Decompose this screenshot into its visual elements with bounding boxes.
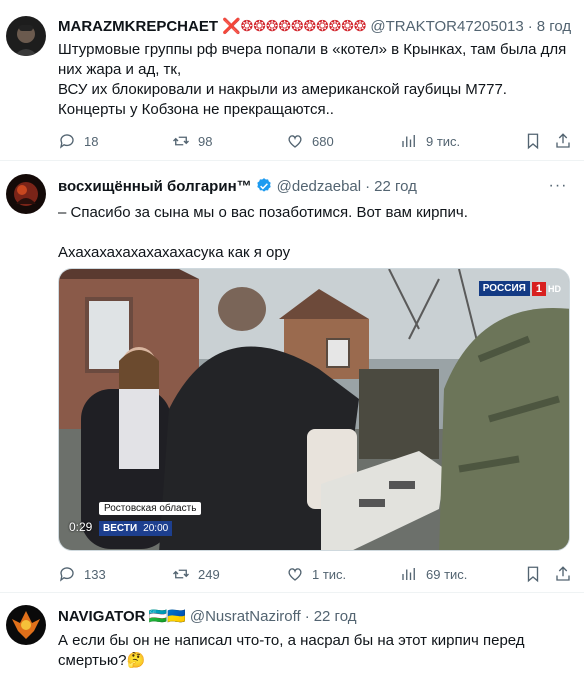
tweet-header: MARAZMKREPCHAET ❌❂❂❂❂❂❂❂❂❂❂ @TRAKTOR4720… [58, 16, 571, 36]
separator-dot: · [527, 17, 533, 35]
avatar[interactable] [6, 174, 46, 214]
tweet-text-line: А если бы он не написал что-то, а насрал… [58, 632, 525, 669]
tweet-text-line: ВСУ их блокировали и накрыли из американ… [58, 81, 507, 98]
verified-badge-icon [256, 178, 271, 192]
author-handle[interactable]: @dedzaebal [277, 178, 361, 195]
separator-dot: · [365, 177, 371, 195]
reply-icon [59, 134, 74, 149]
channel-name: РОССИЯ [478, 281, 530, 296]
reply-icon [59, 567, 74, 582]
views-button[interactable]: 9 тис. [400, 132, 460, 150]
tweet-text: А если бы он не написал что-то, а насрал… [58, 631, 570, 671]
repost-count: 98 [198, 133, 213, 149]
like-button[interactable]: 680 [286, 132, 334, 150]
tweet-actions: 18 98 680 9 тис. [58, 131, 570, 151]
tweet-text-line: Ахахахахахахахахасука как я ору [58, 244, 291, 261]
author-name[interactable]: MARAZMKREPCHAET [58, 18, 218, 35]
reply-count: 18 [84, 133, 99, 149]
timestamp[interactable]: 8 год [537, 18, 571, 35]
reply-button[interactable]: 18 [58, 132, 98, 150]
program-time: 20:00 [143, 523, 169, 534]
tweet-header: NAVIGATOR 🇺🇿🇺🇦 @NusratNaziroff · 22 год [58, 606, 356, 626]
separator-dot: · [304, 607, 310, 625]
like-count: 680 [312, 133, 334, 149]
views-count: 69 тис. [426, 566, 468, 582]
author-name-decoration: ❌❂❂❂❂❂❂❂❂❂❂ [222, 18, 367, 35]
more-icon[interactable]: ··· [548, 176, 568, 196]
avatar[interactable] [6, 605, 46, 645]
channel-logo: РОССИЯ 1 HD [478, 281, 561, 296]
repost-icon [173, 569, 189, 579]
bookmark-button[interactable] [524, 565, 542, 583]
program-caption: ВЕСТИ 20:00 [99, 521, 173, 536]
author-name[interactable]: восхищённый болгарин™ [58, 178, 252, 195]
bookmark-icon [527, 566, 539, 583]
views-count: 9 тис. [426, 133, 461, 149]
channel-number: 1 [531, 281, 546, 296]
repost-count: 249 [198, 566, 220, 582]
avatar[interactable] [6, 16, 46, 56]
like-icon [288, 135, 302, 148]
tweet-text: – Спасибо за сына мы о вас позаботимся. … [58, 203, 570, 263]
tweet-actions: 133 249 1 тис. 69 тис. [58, 564, 570, 584]
views-button[interactable]: 69 тис. [400, 565, 467, 583]
repost-icon [173, 136, 189, 146]
bookmark-icon [527, 133, 539, 150]
divider [0, 592, 584, 593]
share-button[interactable] [554, 565, 572, 583]
share-button[interactable] [554, 132, 572, 150]
author-handle[interactable]: @TRAKTOR47205013 [370, 18, 523, 35]
views-icon [402, 135, 415, 147]
like-icon [288, 568, 302, 581]
reply-count: 133 [84, 566, 106, 582]
program-name: ВЕСТИ [103, 523, 138, 534]
bookmark-button[interactable] [524, 132, 542, 150]
tweet-text-line: Штурмовые группы рф вчера попали в «коте… [58, 41, 567, 78]
tweet-text-line: Концерты у Кобзона не прекращаются.. [58, 101, 334, 118]
like-button[interactable]: 1 тис. [286, 565, 346, 583]
share-icon [556, 566, 570, 581]
tweet-text: Штурмовые группы рф вчера попали в «коте… [58, 40, 570, 120]
divider [0, 160, 584, 161]
views-icon [402, 568, 415, 580]
repost-button[interactable]: 98 [172, 132, 212, 150]
region-caption: Ростовская область [99, 502, 202, 515]
video-player[interactable]: РОССИЯ 1 HD Ростовская область ВЕСТИ 20:0… [58, 268, 570, 551]
video-duration: 0:29 [69, 520, 93, 534]
like-count: 1 тис. [312, 566, 347, 582]
timestamp[interactable]: 22 год [374, 178, 417, 195]
tweet-text-line: – Спасибо за сына мы о вас позаботимся. … [58, 204, 468, 221]
channel-hd: HD [548, 283, 561, 294]
timestamp[interactable]: 22 год [314, 608, 357, 625]
author-flags: 🇺🇿🇺🇦 [148, 608, 186, 625]
repost-button[interactable]: 249 [172, 565, 220, 583]
reply-button[interactable]: 133 [58, 565, 106, 583]
author-name[interactable]: NAVIGATOR [58, 608, 146, 625]
share-icon [556, 133, 570, 148]
tweet-header: восхищённый болгарин™ @dedzaebal · 22 го… [58, 176, 417, 196]
author-handle[interactable]: @NusratNaziroff [190, 608, 301, 625]
